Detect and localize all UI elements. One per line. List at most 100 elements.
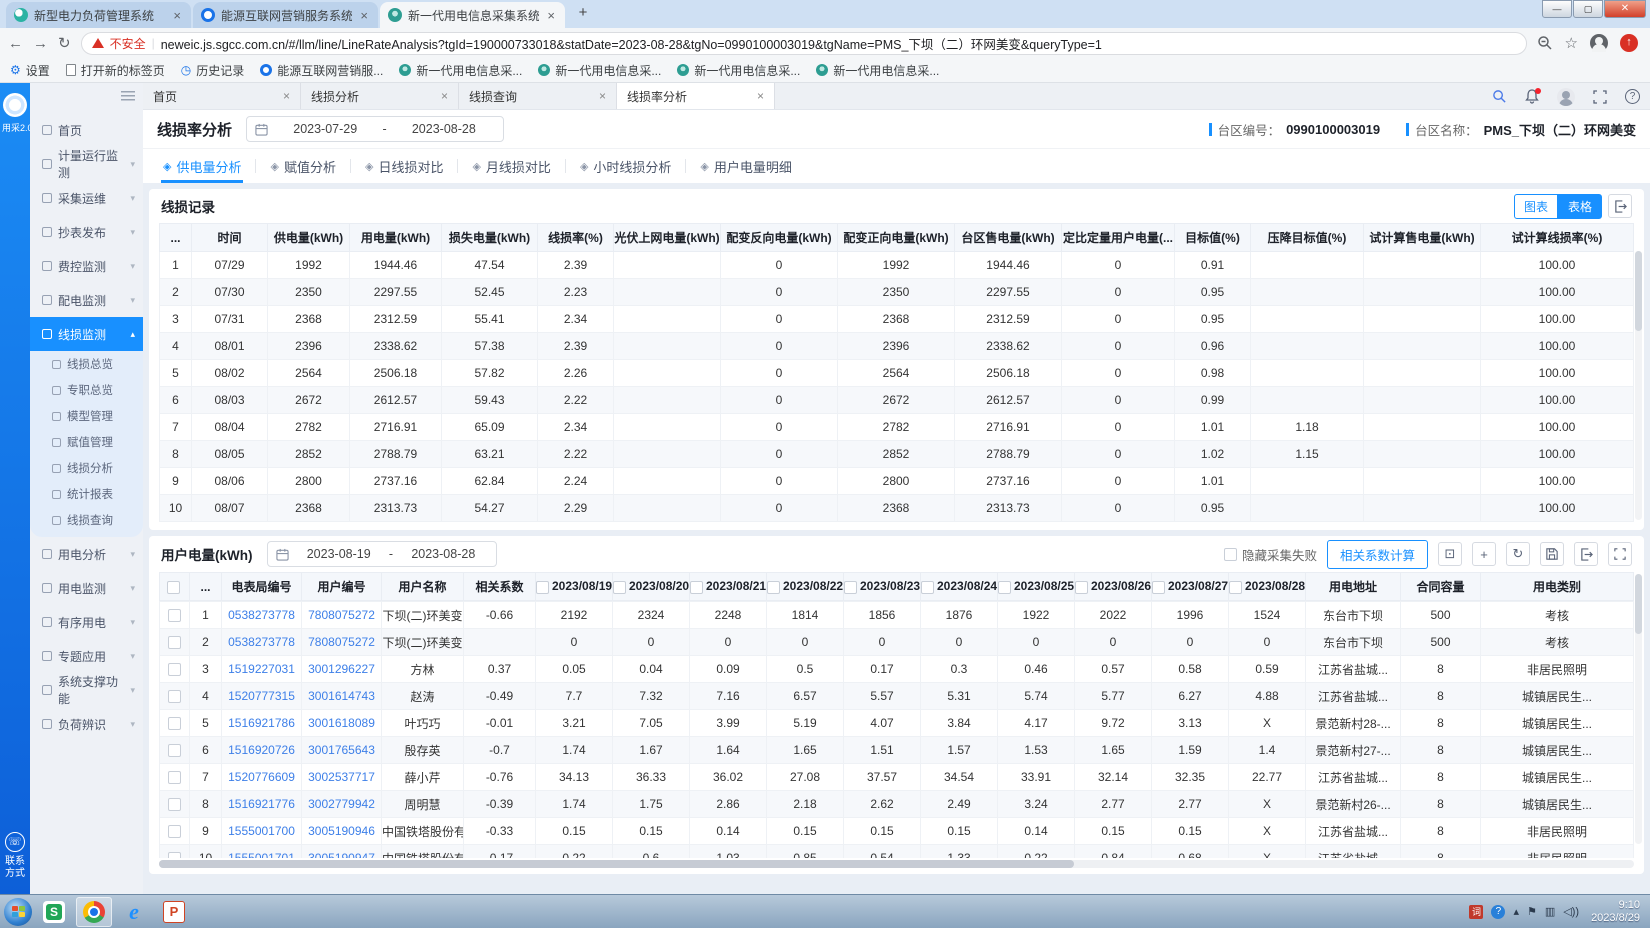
- taskbar-chrome[interactable]: [76, 897, 112, 927]
- user-no-link[interactable]: 3001618089: [302, 710, 382, 737]
- tab-close-icon[interactable]: ×: [545, 8, 557, 23]
- row-checkbox[interactable]: [168, 798, 181, 811]
- subtab-2[interactable]: ◈赋值分析: [256, 149, 349, 183]
- sidebar-subitem[interactable]: 模型管理: [30, 403, 143, 429]
- subtab-4[interactable]: ◈月线损对比: [458, 149, 564, 183]
- meter-no-link[interactable]: 0538273778: [222, 602, 302, 629]
- loss-table-row[interactable]: 408/0123962338.6257.382.39023962338.6200…: [160, 333, 1634, 360]
- workspace-tab[interactable]: 线损分析×: [301, 83, 459, 109]
- subtab-6[interactable]: ◈用户电量明细: [686, 149, 805, 183]
- sidebar-item[interactable]: 负荷辨识▾: [30, 707, 143, 741]
- date-column-checkbox[interactable]: [767, 581, 780, 594]
- notifications-bell-icon[interactable]: [1525, 89, 1539, 104]
- start-button[interactable]: [4, 898, 32, 926]
- bookmark-item[interactable]: ⚙设置: [10, 62, 50, 79]
- zoom-icon[interactable]: [1537, 35, 1553, 51]
- help-icon[interactable]: ?: [1625, 89, 1640, 104]
- horizontal-scrollbar[interactable]: [159, 860, 1634, 868]
- loss-table-row[interactable]: 107/2919921944.4647.542.39019921944.4600…: [160, 252, 1634, 279]
- date-column-checkbox[interactable]: [998, 581, 1011, 594]
- workspace-tab[interactable]: 线损查询×: [459, 83, 617, 109]
- subtab-3[interactable]: ◈日线损对比: [351, 149, 457, 183]
- meter-no-link[interactable]: 1519227031: [222, 656, 302, 683]
- meter-no-link[interactable]: 1555001700: [222, 818, 302, 845]
- loss-table-row[interactable]: 708/0427822716.9165.092.34027822716.9101…: [160, 414, 1634, 441]
- hide-failed-toggle[interactable]: 隐藏采集失败: [1224, 545, 1317, 564]
- subtab-1[interactable]: ◈供电量分析: [149, 149, 255, 183]
- export-button[interactable]: [1608, 194, 1632, 218]
- chart-view-button[interactable]: 图表: [1514, 194, 1558, 219]
- url-text[interactable]: neweic.js.sgcc.com.cn/#/llm/line/LineRat…: [161, 34, 1516, 53]
- date-column-checkbox[interactable]: [536, 581, 549, 594]
- meter-no-link[interactable]: 1520776609: [222, 764, 302, 791]
- meter-no-link[interactable]: 1555001701: [222, 845, 302, 859]
- hide-failed-checkbox[interactable]: [1224, 548, 1237, 561]
- sidebar-collapse-icon[interactable]: [121, 91, 135, 101]
- tray-network-icon[interactable]: ▥: [1545, 905, 1555, 918]
- date-column-checkbox[interactable]: [1075, 581, 1088, 594]
- forward-icon[interactable]: →: [33, 35, 48, 52]
- user-no-link[interactable]: 3005190947: [302, 845, 382, 859]
- loss-table-scrollbar[interactable]: [1635, 251, 1642, 520]
- search-icon[interactable]: [1492, 89, 1507, 104]
- user-table-row[interactable]: 315192270313001296227方林0.370.050.040.090…: [160, 656, 1634, 683]
- bookmark-item[interactable]: 新一代用电信息采...: [816, 62, 939, 79]
- user-no-link[interactable]: 3005190946: [302, 818, 382, 845]
- loss-table-row[interactable]: 608/0326722612.5759.432.22026722612.5700…: [160, 387, 1634, 414]
- tray-volume-icon[interactable]: ◁)): [1563, 905, 1579, 918]
- row-checkbox[interactable]: [168, 852, 181, 858]
- tab-close-icon[interactable]: ×: [171, 8, 183, 23]
- bookmark-item[interactable]: 新一代用电信息采...: [677, 62, 800, 79]
- sidebar-item[interactable]: 线损监测▴: [30, 317, 143, 351]
- bookmark-star-icon[interactable]: ☆: [1565, 34, 1578, 52]
- maximize-button[interactable]: ▢: [1573, 0, 1603, 18]
- loss-table-row[interactable]: 1008/0723682313.7354.272.29023682313.730…: [160, 495, 1634, 522]
- save-button[interactable]: [1540, 542, 1564, 566]
- contact-widget[interactable]: ☏ 联系 方式: [0, 832, 30, 880]
- sidebar-item[interactable]: 有序用电▾: [30, 605, 143, 639]
- user-table-row[interactable]: 105382737787808075272下坝(二)环美变-0.66219223…: [160, 602, 1634, 629]
- meter-no-link[interactable]: 1516921786: [222, 710, 302, 737]
- loss-table-row[interactable]: 307/3123682312.5955.412.34023682312.5900…: [160, 306, 1634, 333]
- meter-no-link[interactable]: 1516920726: [222, 737, 302, 764]
- table-fullscreen-button[interactable]: [1608, 542, 1632, 566]
- sidebar-subitem[interactable]: 统计报表: [30, 481, 143, 507]
- browser-tab[interactable]: 能源互联网营销服务系统×: [193, 2, 378, 28]
- minimize-button[interactable]: —: [1542, 0, 1572, 18]
- sidebar-item[interactable]: 用电监测▾: [30, 571, 143, 605]
- browser-tab[interactable]: 新一代用电信息采集系统×: [380, 2, 565, 28]
- row-checkbox[interactable]: [168, 744, 181, 757]
- loss-date-range-picker[interactable]: 2023-07-29 - 2023-08-28: [246, 116, 504, 142]
- bookmark-item[interactable]: 新一代用电信息采...: [399, 62, 522, 79]
- user-table-row[interactable]: 515169217863001618089叶巧巧-0.013.217.053.9…: [160, 710, 1634, 737]
- row-checkbox[interactable]: [168, 663, 181, 676]
- date-column-checkbox[interactable]: [921, 581, 934, 594]
- user-table-row[interactable]: 615169207263001765643殷存英-0.71.741.671.64…: [160, 737, 1634, 764]
- column-settings-button[interactable]: ⊡: [1438, 542, 1462, 566]
- browser-tab[interactable]: 新型电力负荷管理系统×: [6, 2, 191, 28]
- close-button[interactable]: ✕: [1604, 0, 1646, 18]
- tab-close-icon[interactable]: ×: [441, 89, 448, 103]
- user-no-link[interactable]: 3001614743: [302, 683, 382, 710]
- reload-icon[interactable]: ↻: [58, 34, 71, 52]
- row-checkbox[interactable]: [168, 609, 181, 622]
- tray-help-icon[interactable]: ?: [1491, 905, 1505, 919]
- row-checkbox[interactable]: [168, 825, 181, 838]
- date-column-checkbox[interactable]: [690, 581, 703, 594]
- user-no-link[interactable]: 3001765643: [302, 737, 382, 764]
- sidebar-item[interactable]: 抄表发布▾: [30, 215, 143, 249]
- user-no-link[interactable]: 7808075272: [302, 629, 382, 656]
- meter-no-link[interactable]: 1520777315: [222, 683, 302, 710]
- user-table-row[interactable]: 715207766093002537717薛小芹-0.7634.1336.333…: [160, 764, 1634, 791]
- bookmark-item[interactable]: 新一代用电信息采...: [538, 62, 661, 79]
- sidebar-subitem[interactable]: 线损查询: [30, 507, 143, 533]
- date-column-checkbox[interactable]: [844, 581, 857, 594]
- add-button[interactable]: +: [1472, 542, 1496, 566]
- sidebar-item[interactable]: 配电监测▾: [30, 283, 143, 317]
- taskbar-clock[interactable]: 9:10 2023/8/29: [1587, 899, 1640, 925]
- sidebar-item[interactable]: 用电分析▾: [30, 537, 143, 571]
- tab-close-icon[interactable]: ×: [283, 89, 290, 103]
- export-rows-button[interactable]: [1574, 542, 1598, 566]
- correlation-calc-button[interactable]: 相关系数计算: [1327, 540, 1428, 569]
- profile-icon[interactable]: [1590, 34, 1608, 52]
